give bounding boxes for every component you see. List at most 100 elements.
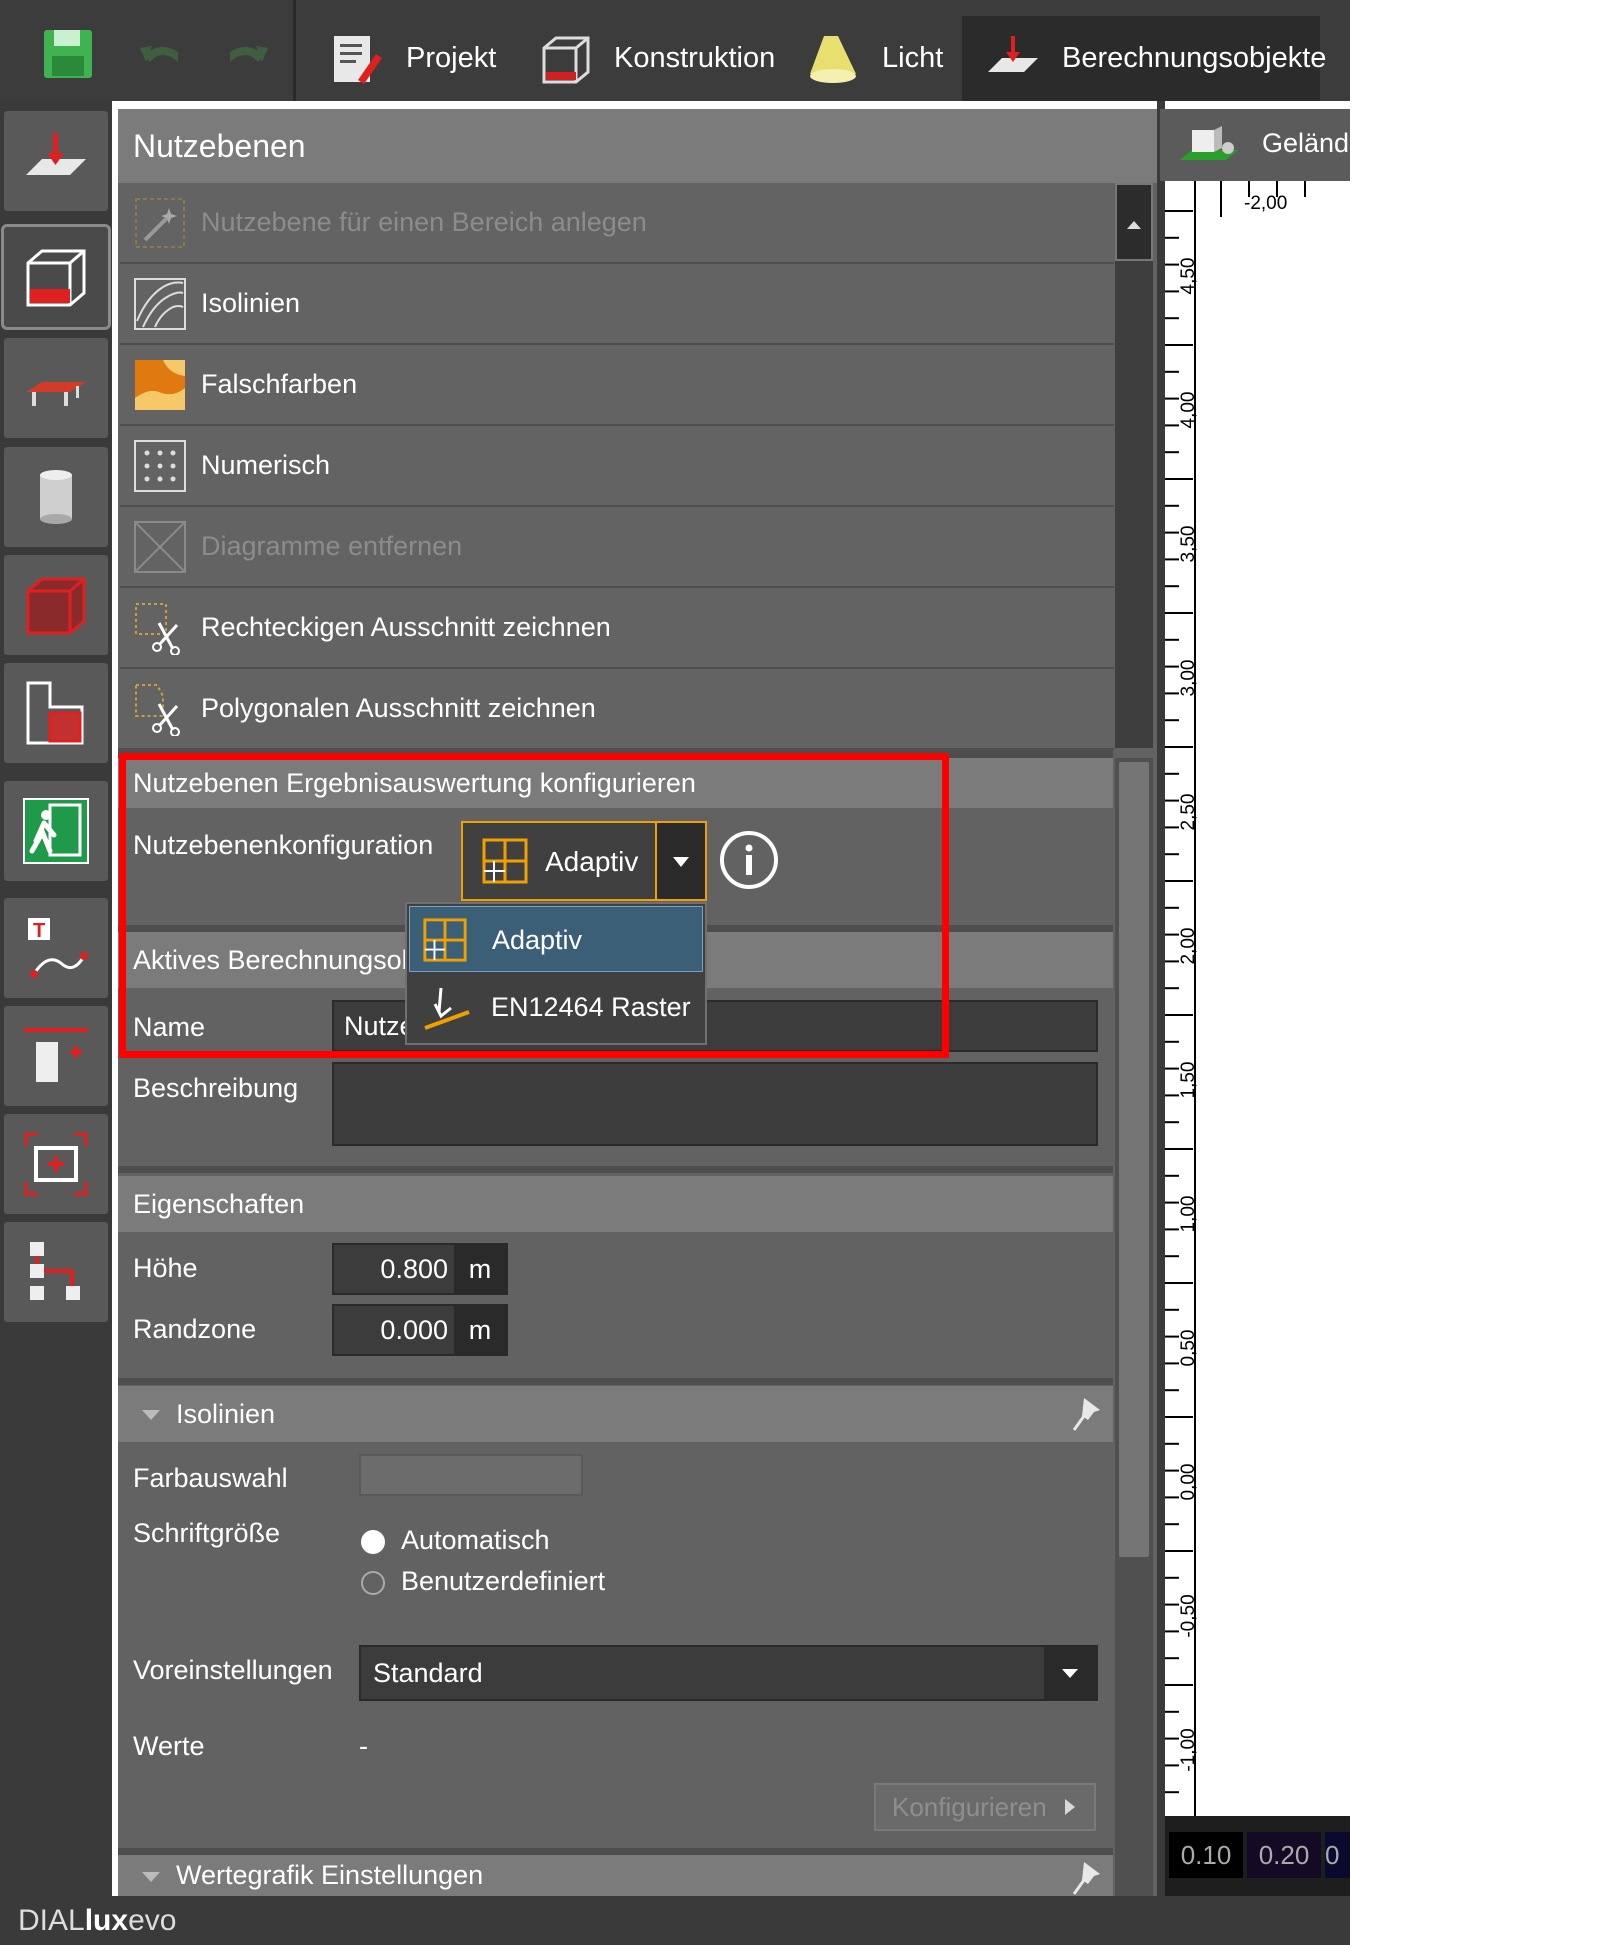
remove-diagrams-icon [133,520,187,574]
config-dropdown-value: Adaptiv [545,846,639,877]
tools-scrollbar[interactable] [1115,183,1153,748]
collapse-triangle-icon[interactable] [140,1404,162,1426]
pin-icon[interactable] [1068,1394,1104,1434]
floor-area-tool-icon[interactable] [4,663,108,763]
brand-lux: lux [84,1903,129,1937]
ruler-label: 1,00 [1178,1195,1199,1233]
option-label: EN12464 Raster [491,992,691,1022]
table-surface-tool-icon[interactable] [4,338,108,438]
add-region-tool-icon[interactable] [4,1114,108,1214]
scroll-up-button[interactable] [1115,183,1153,261]
presets-value: Standard [373,1657,483,1688]
svg-text:T: T [33,920,45,942]
tool-label: Polygonalen Ausschnitt zeichnen [201,693,596,723]
value-graphic-section-header[interactable]: Wertegrafik Einstellungen [118,1855,1113,1896]
tab-berechnungsobjekte[interactable]: Berechnungsobjekte [962,16,1326,101]
ruler-label: 1,50 [1178,1061,1199,1099]
config-dropdown[interactable]: Adaptiv [461,821,707,901]
hierarchy-tool-icon[interactable] [4,1222,108,1322]
section-divider [118,1378,1113,1385]
adaptive-grid-icon [422,917,468,963]
magic-wand-icon [133,196,187,250]
redo-icon[interactable] [220,26,276,82]
tool-false-colors[interactable]: Falschfarben [120,345,1114,426]
ruler-label: 3,00 [1178,659,1199,697]
rect-cut-icon [133,601,187,655]
construction-cube-icon [536,30,594,88]
section-divider [118,1848,1113,1855]
color-choice-label: Farbauswahl [133,1463,288,1493]
margin-zone-input[interactable]: 0.000 m [332,1304,508,1356]
legend-value: 0.10 [1169,1832,1243,1878]
margin-zone-value: 0.000 [380,1314,448,1345]
room-cube-tool-icon[interactable] [1,224,111,330]
configure-button-label: Konfigurieren [892,1791,1047,1822]
tool-label: Diagramme entfernen [201,531,463,561]
polygon-cut-icon [133,682,187,736]
undo-icon[interactable] [132,26,188,82]
isolines-section-header[interactable]: Isolinien [118,1386,1113,1442]
dropdown-option-adaptive[interactable]: Adaptiv [409,906,703,972]
collapse-triangle-icon[interactable] [140,1866,162,1888]
ruler-top-label: -2,00 [1244,193,1288,214]
tool-create-area-plane[interactable]: Nutzebene für einen Bereich anlegen [120,183,1114,264]
terrain-icon[interactable] [1178,118,1240,170]
tool-polygon-cut[interactable]: Polygonalen Ausschnitt zeichnen [120,669,1114,750]
save-icon[interactable] [40,26,96,82]
color-choice-field[interactable] [359,1454,583,1496]
light-lamp-icon [804,30,862,88]
chevron-down-icon[interactable] [1044,1647,1096,1699]
radio-automatic-label: Automatisch [401,1525,550,1555]
chevron-right-icon [1064,1799,1075,1815]
radio-custom[interactable] [361,1571,385,1595]
properties-section-header: Eigenschaften [118,1176,1113,1232]
add-wall-element-tool-icon[interactable] [4,1006,108,1106]
presets-label: Voreinstellungen [133,1655,333,1685]
panel-scrollbar-thumb[interactable] [1119,762,1149,1557]
configure-button[interactable]: Konfigurieren [874,1783,1096,1831]
panel-title: Nutzebenen [118,109,1157,183]
dropdown-option-en12464[interactable]: EN12464 Raster [409,974,703,1040]
height-unit: m [454,1245,506,1293]
radio-automatic[interactable] [361,1530,385,1554]
height-input[interactable]: 0.800 m [332,1243,508,1295]
pin-icon[interactable] [1068,1858,1104,1898]
brand-dial: DIAL [18,1903,85,1937]
calc-volume-tool-icon[interactable] [4,555,108,655]
name-field-value: Nutze [344,1010,415,1041]
section-divider [118,1166,1113,1173]
tab-projekt[interactable]: Projekt [328,16,496,101]
ruler-label: -0,50 [1178,1594,1199,1638]
ruler-label: 3,50 [1178,525,1199,563]
calc-surface-tool-icon[interactable] [4,111,108,211]
description-field[interactable] [332,1062,1098,1146]
tool-label: Nutzebene für einen Bereich anlegen [201,207,647,237]
ruler-label: -1,00 [1178,1728,1199,1772]
tool-numeric[interactable]: Numerisch [120,426,1114,507]
tab-terrain[interactable]: Geländ [1262,128,1350,159]
tool-label: Isolinien [201,288,301,318]
option-label: Adaptiv [492,925,583,955]
cylinder-tool-icon[interactable] [4,447,108,547]
isolines-section-title: Isolinien [176,1398,276,1429]
presets-select[interactable]: Standard [359,1645,1098,1701]
false-colors-icon [133,358,187,412]
font-size-label: Schriftgröße [133,1518,281,1548]
tab-licht[interactable]: Licht [804,16,943,101]
numeric-grid-icon [133,439,187,493]
tool-rect-cut[interactable]: Rechteckigen Ausschnitt zeichnen [120,588,1114,669]
ruler-label: 0,50 [1178,1329,1199,1367]
text-annotation-tool-icon[interactable]: T [4,898,108,998]
tool-isolines[interactable]: Isolinien [120,264,1114,345]
info-icon[interactable] [719,830,779,890]
tool-remove-diagrams[interactable]: Diagramme entfernen [120,507,1114,588]
legend-value: 0 [1325,1832,1350,1878]
section-divider [118,748,1113,758]
toolbar-separator [293,0,296,101]
emergency-exit-icon[interactable] [4,781,108,881]
values-value: - [359,1731,368,1761]
name-label: Name [133,1012,206,1042]
chevron-down-icon[interactable] [657,823,705,899]
tab-konstruktion[interactable]: Konstruktion [536,16,775,101]
legend-bar: 0.10 0.20 0 [1165,1816,1350,1896]
